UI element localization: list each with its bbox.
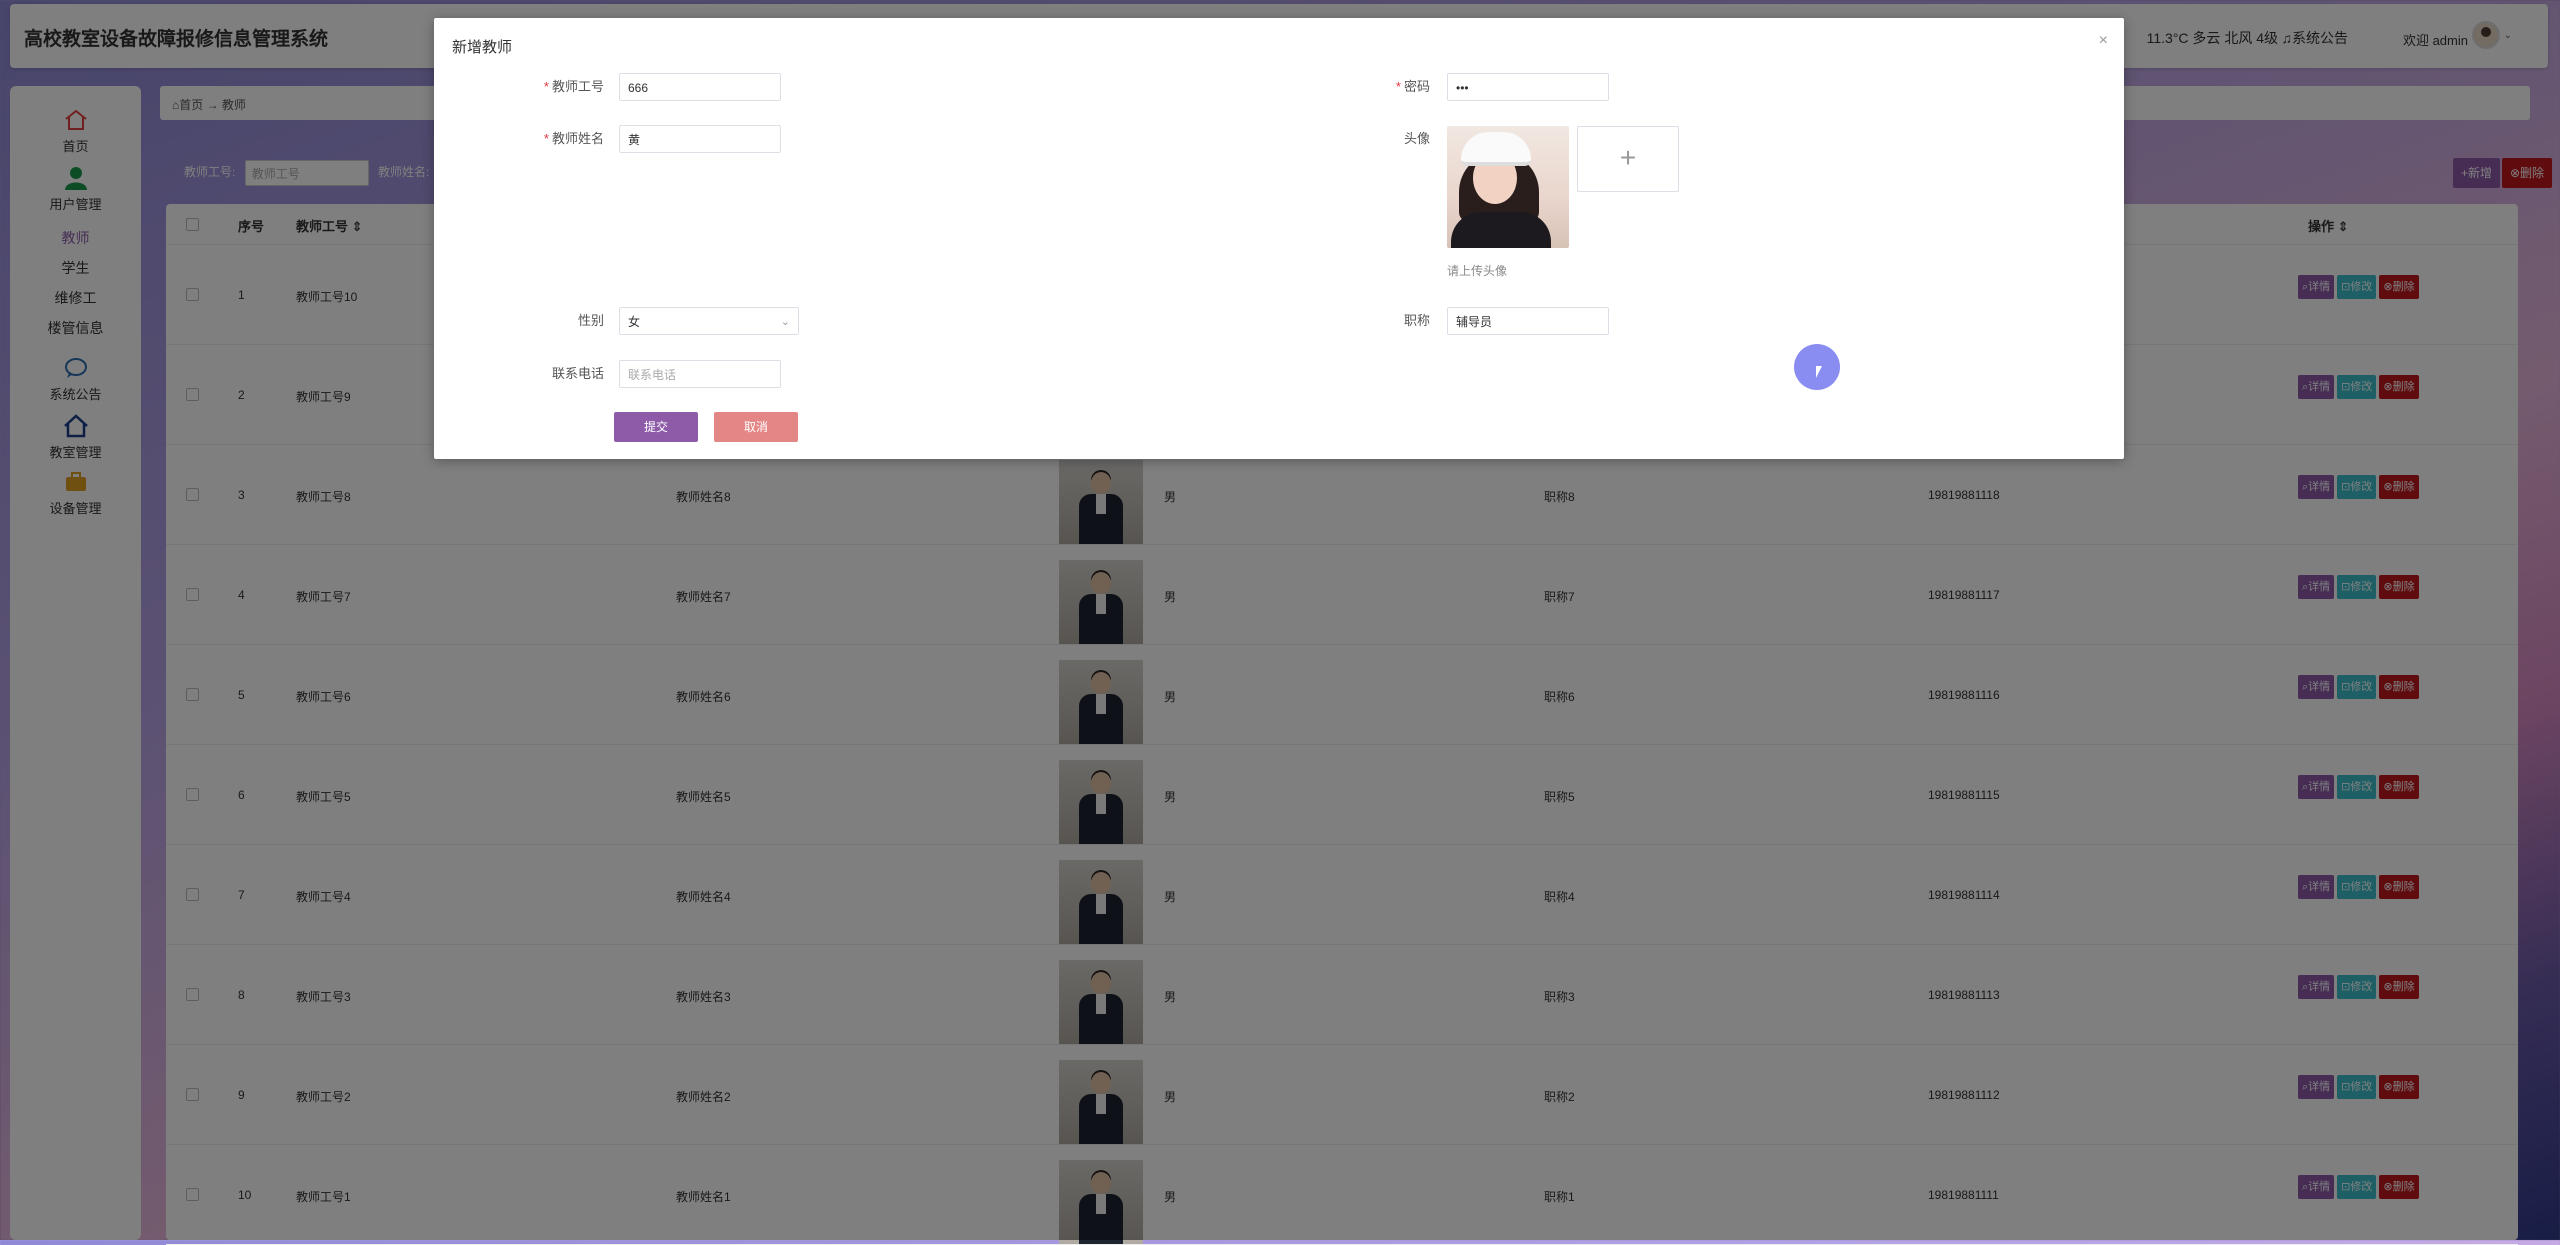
cancel-button[interactable]: 取消 — [714, 412, 798, 442]
gender-select[interactable]: 女 ⌄ — [619, 307, 799, 335]
teacher-no-input[interactable]: 666 — [619, 73, 781, 101]
password-label-text: 密码 — [1403, 79, 1430, 94]
password-input[interactable]: ••• — [1447, 73, 1609, 101]
title-input[interactable]: 辅导员 — [1447, 307, 1609, 335]
password-label: * 密码 — [1310, 76, 1430, 95]
required-mark: * — [1395, 79, 1401, 94]
teacher-no-label-text: 教师工号 — [551, 79, 604, 94]
required-mark: * — [543, 79, 549, 94]
chevron-down-icon: ⌄ — [780, 316, 790, 328]
avatar-upload-hint: 请上传头像 — [1447, 264, 1508, 278]
dialog-title: 新增教师 — [452, 39, 513, 56]
teacher-name-label-text: 教师姓名 — [551, 131, 604, 146]
add-teacher-dialog: 新增教师 × * 教师工号 666 * 教师姓名 黄 性别 女 ⌄ 联系电话 联系电… — [434, 18, 2124, 459]
avatar-label: 头像 — [1403, 131, 1430, 146]
avatar-upload-button[interactable]: + — [1577, 126, 1679, 192]
gender-label: 性别 — [577, 313, 604, 328]
teacher-name-label: * 教师姓名 — [484, 128, 604, 147]
teacher-name-input[interactable]: 黄 — [619, 125, 781, 153]
gender-select-value: 女 — [628, 315, 641, 329]
close-icon[interactable]: × — [2099, 32, 2108, 50]
phone-label: 联系电话 — [551, 366, 604, 381]
title-label: 职称 — [1403, 313, 1430, 328]
mouse-pointer-icon — [1816, 366, 1822, 378]
teacher-no-label: * 教师工号 — [484, 76, 604, 95]
required-mark: * — [543, 131, 549, 146]
phone-input[interactable]: 联系电话 — [619, 360, 781, 388]
submit-button[interactable]: 提交 — [614, 412, 698, 442]
avatar-preview[interactable] — [1447, 126, 1569, 248]
